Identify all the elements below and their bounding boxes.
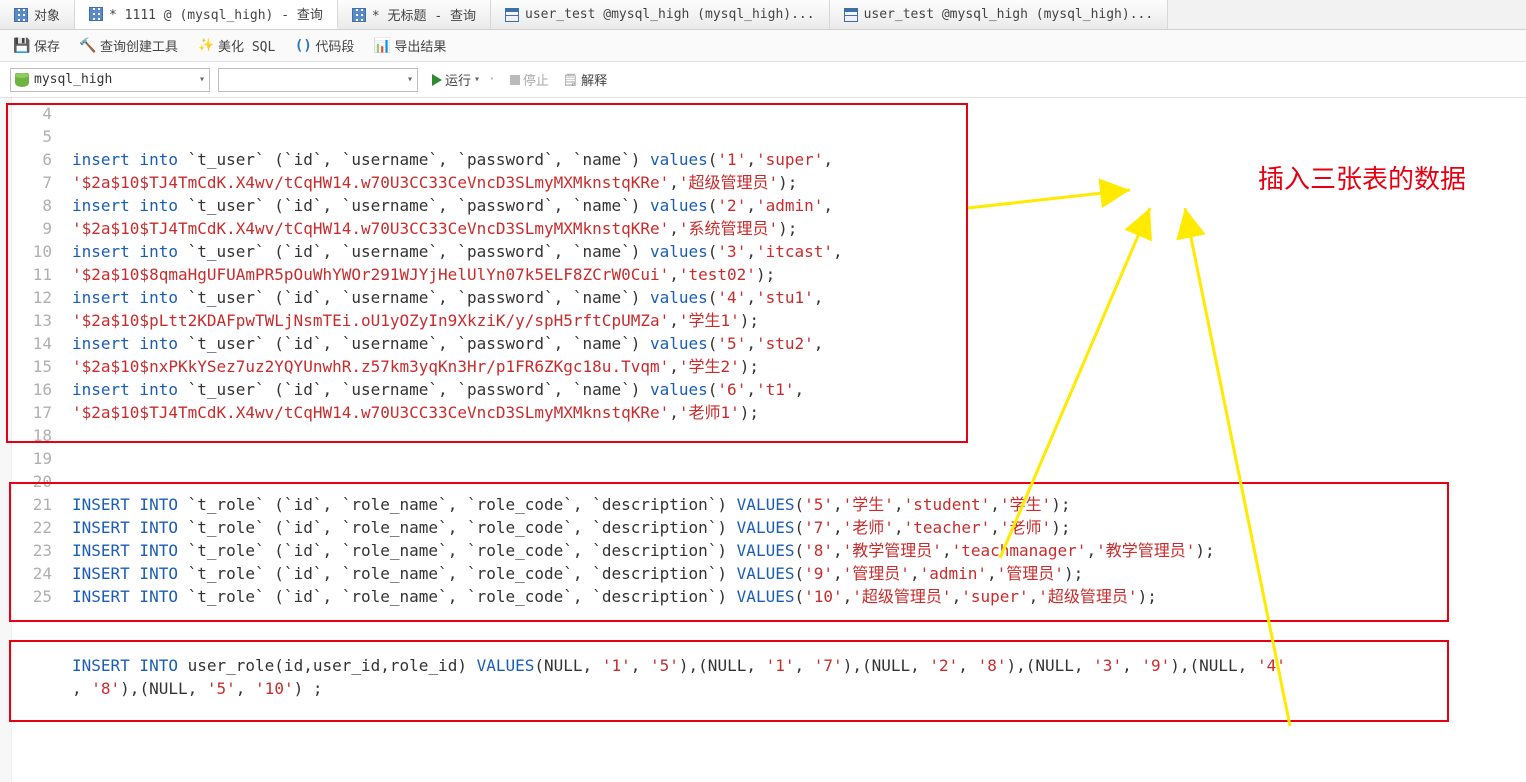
database-icon bbox=[15, 73, 29, 87]
table-icon bbox=[844, 8, 858, 22]
query-icon bbox=[89, 7, 103, 21]
chevron-down-icon: ▾ bbox=[199, 74, 205, 85]
annotation-label: 插入三张表的数据 bbox=[1258, 168, 1466, 191]
stop-button[interactable]: 停止 bbox=[510, 70, 549, 89]
toolbar-separator: · bbox=[488, 72, 496, 87]
table-icon bbox=[505, 8, 519, 22]
toolbar-label: 查询创建工具 bbox=[100, 36, 178, 55]
query-builder-button[interactable]: 🔨 查询创建工具 bbox=[76, 34, 182, 57]
explain-button[interactable]: 🗒 解释 bbox=[563, 70, 607, 89]
chevron-down-icon: ▾ bbox=[407, 74, 413, 85]
save-icon: 💾 bbox=[14, 38, 30, 54]
tab-objects[interactable]: 对象 bbox=[0, 0, 75, 29]
toolbar-label: 美化 SQL bbox=[218, 36, 275, 55]
database-selected: mysql_high bbox=[34, 72, 112, 87]
chevron-down-icon: ▾ bbox=[474, 74, 480, 85]
tab-untitled-query[interactable]: * 无标题 - 查询 bbox=[338, 0, 491, 29]
export-icon: 📊 bbox=[374, 38, 390, 54]
toolbar: 💾 保存 🔨 查询创建工具 ✨ 美化 SQL () 代码段 📊 导出结果 bbox=[0, 30, 1526, 62]
wand-icon: ✨ bbox=[198, 38, 214, 54]
database-dropdown[interactable]: mysql_high ▾ bbox=[10, 68, 210, 92]
editor-margin bbox=[0, 98, 12, 782]
query-icon bbox=[352, 8, 366, 22]
line-number-gutter: 45678910111213141516171819202122232425 bbox=[12, 98, 62, 782]
tab-user-test-1[interactable]: user_test @mysql_high (mysql_high)... bbox=[491, 0, 830, 29]
toolbar-label: 保存 bbox=[34, 36, 60, 55]
tab-label: * 无标题 - 查询 bbox=[372, 5, 476, 24]
save-button[interactable]: 💾 保存 bbox=[10, 34, 64, 57]
objects-icon bbox=[14, 8, 28, 22]
stop-icon bbox=[510, 75, 520, 85]
parentheses-icon: () bbox=[295, 38, 311, 54]
tab-label: * 1111 @ (mysql_high) - 查询 bbox=[109, 4, 323, 23]
tab-label: user_test @mysql_high (mysql_high)... bbox=[864, 7, 1154, 22]
export-result-button[interactable]: 📊 导出结果 bbox=[370, 34, 450, 57]
tab-user-test-2[interactable]: user_test @mysql_high (mysql_high)... bbox=[830, 0, 1169, 29]
hammer-icon: 🔨 bbox=[80, 38, 96, 54]
toolbar-label: 代码段 bbox=[315, 36, 354, 55]
code-textarea[interactable]: insert into `t_user` (`id`, `username`, … bbox=[62, 98, 1526, 782]
run-toolbar: mysql_high ▾ ▾ 运行 ▾ · 停止 🗒 解释 bbox=[0, 62, 1526, 98]
play-icon bbox=[432, 74, 442, 86]
toolbar-label: 导出结果 bbox=[394, 36, 446, 55]
tab-label: user_test @mysql_high (mysql_high)... bbox=[525, 7, 815, 22]
explain-icon: 🗒 bbox=[563, 73, 578, 87]
beautify-sql-button[interactable]: ✨ 美化 SQL bbox=[194, 34, 279, 57]
schema-dropdown[interactable]: ▾ bbox=[218, 68, 418, 92]
run-button[interactable]: 运行 ▾ bbox=[432, 70, 480, 89]
tab-query-1111[interactable]: * 1111 @ (mysql_high) - 查询 bbox=[75, 0, 338, 29]
document-tabs: 对象 * 1111 @ (mysql_high) - 查询 * 无标题 - 查询… bbox=[0, 0, 1526, 30]
stop-label: 停止 bbox=[523, 70, 549, 89]
explain-label: 解释 bbox=[581, 70, 607, 89]
sql-editor: 45678910111213141516171819202122232425 i… bbox=[0, 98, 1526, 782]
run-label: 运行 bbox=[445, 70, 471, 89]
code-snippet-button[interactable]: () 代码段 bbox=[291, 34, 358, 57]
tab-label: 对象 bbox=[34, 5, 60, 24]
